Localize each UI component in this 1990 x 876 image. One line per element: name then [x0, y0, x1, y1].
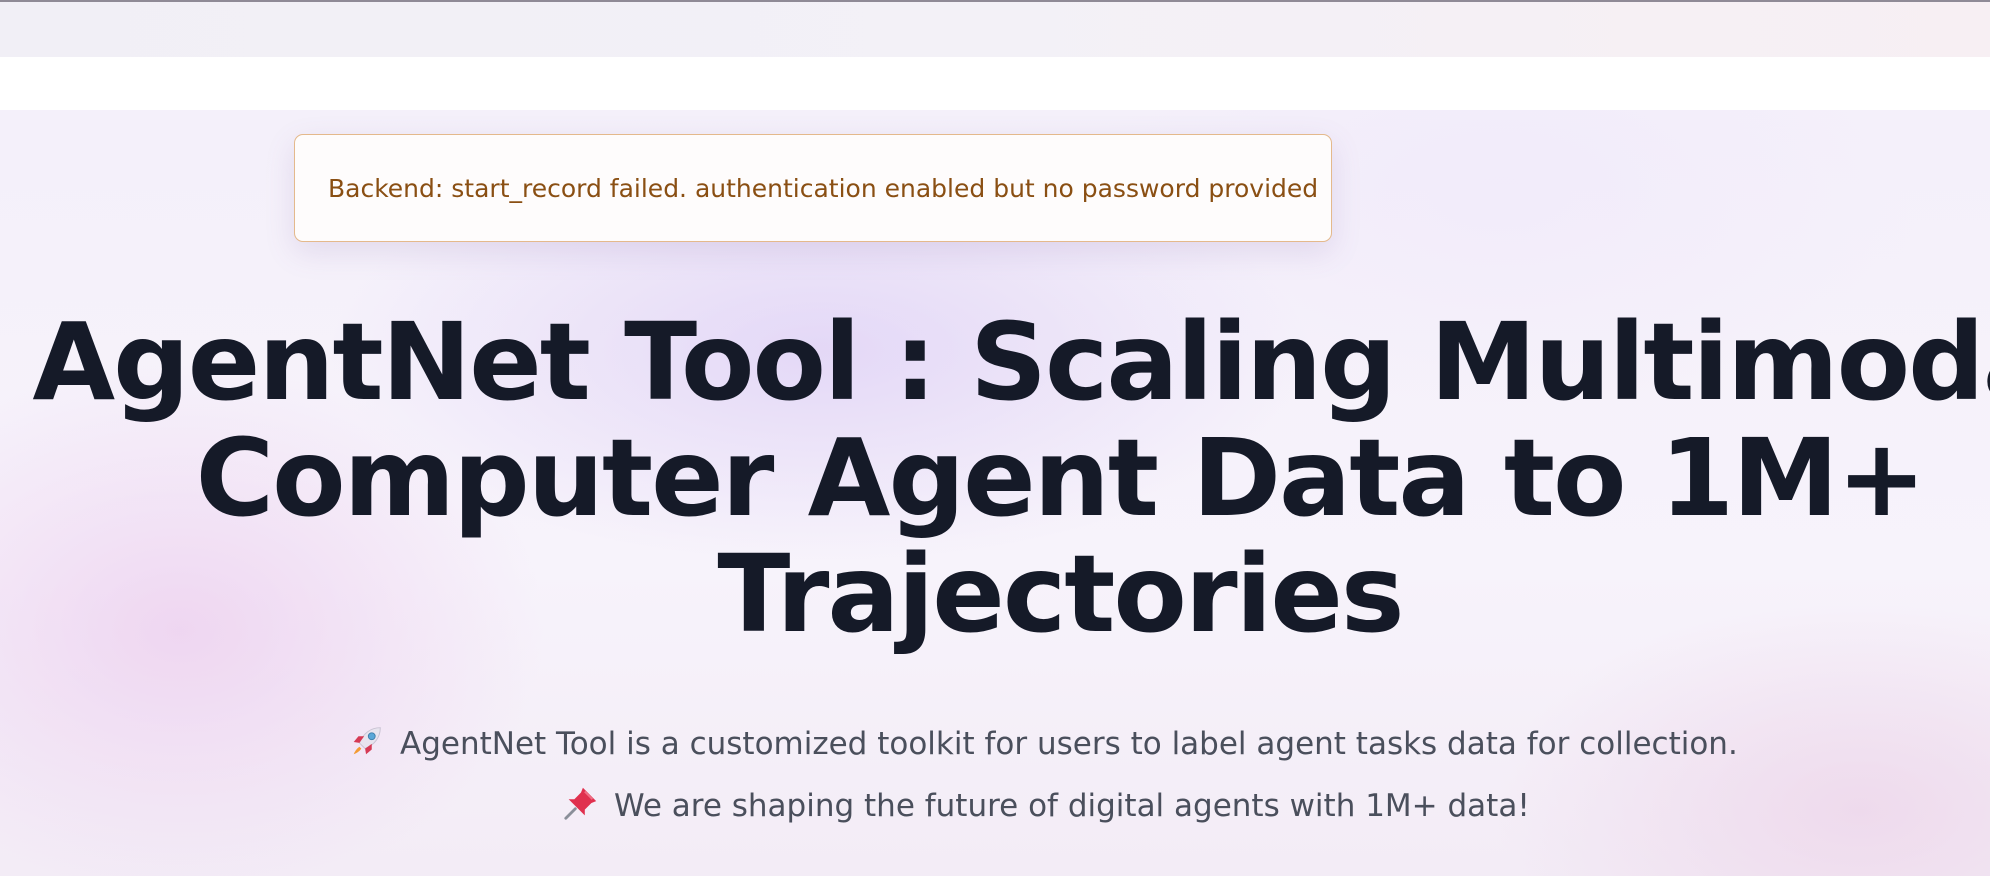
subtitle-future-text: We are shaping the future of digital age…: [614, 788, 1530, 824]
page-title-line-2: Computer Agent Data to 1M+: [195, 417, 1927, 541]
nav-band: [0, 57, 1990, 110]
pushpin-icon: [564, 787, 597, 820]
error-alert: Backend: start_record failed. authentica…: [294, 134, 1332, 242]
page-title-line-3: Trajectories: [717, 533, 1404, 657]
error-alert-message: Backend: start_record failed. authentica…: [328, 173, 1319, 203]
rocket-icon: [353, 727, 381, 755]
top-bar: [0, 2, 1990, 57]
subtitle-future: We are shaping the future of digital age…: [562, 784, 1530, 824]
page-title: AgentNet Tool : Scaling Multimodal Compu…: [0, 305, 1990, 653]
subtitle-toolkit: AgentNet Tool is a customized toolkit fo…: [348, 722, 1738, 762]
page-title-line-1: AgentNet Tool : Scaling Multimodal: [32, 301, 1990, 425]
subtitle-toolkit-text: AgentNet Tool is a customized toolkit fo…: [400, 726, 1738, 762]
